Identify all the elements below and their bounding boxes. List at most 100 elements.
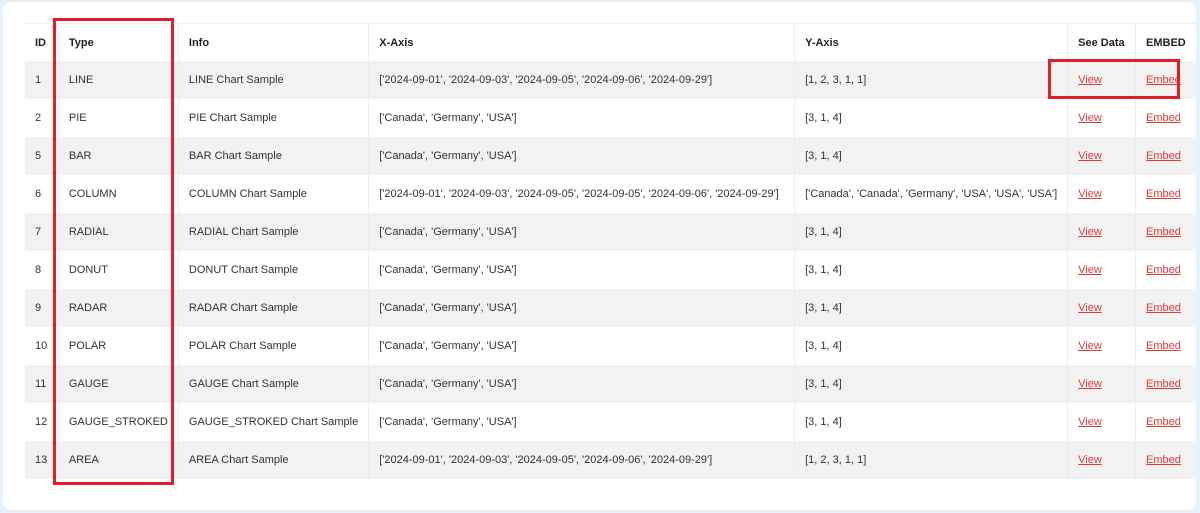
view-link[interactable]: View: [1078, 378, 1102, 390]
cell-x-axis: ['2024-09-01', '2024-09-03', '2024-09-05…: [368, 441, 795, 479]
table-row: 2 PIE PIE Chart Sample ['Canada', 'Germany'…: [25, 99, 1196, 137]
cell-embed: Embed: [1135, 289, 1196, 327]
cell-x-axis: ['Canada', 'Germany', 'USA']: [368, 327, 795, 365]
header-see-data: See Data: [1067, 23, 1136, 61]
cell-type: COLUMN: [57, 175, 179, 213]
view-link[interactable]: View: [1078, 150, 1102, 162]
cell-id: 2: [35, 112, 42, 124]
table-row: 6 COLUMN COLUMN Chart Sample ['2024-09-01',…: [25, 175, 1196, 213]
table-row: 11 GAUGE GAUGE Chart Sample ['Canada', 'Ger…: [25, 365, 1196, 403]
cell-x-axis: ['2024-09-01', '2024-09-03', '2024-09-05…: [368, 61, 795, 99]
embed-link[interactable]: Embed: [1146, 150, 1181, 162]
cell-embed: Embed: [1135, 327, 1196, 365]
cell-id: 5: [35, 150, 42, 162]
cell-type: GAUGE: [57, 365, 179, 403]
cell-info: BAR Chart Sample: [177, 137, 369, 175]
cell-type: AREA: [57, 441, 179, 479]
cell-x-axis: ['Canada', 'Germany', 'USA']: [368, 403, 795, 441]
cell-type: RADAR: [57, 289, 179, 327]
cell-y-axis: [3, 1, 4]: [794, 289, 1068, 327]
cell-see-data: View: [1067, 365, 1136, 403]
cell-id: 12: [35, 416, 48, 428]
cell-y-axis: [1, 2, 3, 1, 1]: [794, 441, 1068, 479]
table-row: 1 LINE LINE Chart Sample ['2024-09-01', '20…: [25, 61, 1196, 99]
cell-see-data: View: [1067, 99, 1136, 137]
cell-type: BAR: [57, 137, 179, 175]
embed-link[interactable]: Embed: [1146, 226, 1181, 238]
view-link[interactable]: View: [1078, 340, 1102, 352]
cell-id: 11: [35, 378, 47, 390]
cell-embed: Embed: [1135, 175, 1196, 213]
cell-see-data: View: [1067, 327, 1136, 365]
cell-embed: Embed: [1135, 251, 1196, 289]
cell-embed: Embed: [1135, 61, 1196, 99]
embed-link[interactable]: Embed: [1146, 416, 1181, 428]
cell-type: DONUT: [57, 251, 179, 289]
cell-y-axis: [1, 2, 3, 1, 1]: [794, 61, 1068, 99]
cell-info: DONUT Chart Sample: [177, 251, 369, 289]
cell-embed: Embed: [1135, 213, 1196, 251]
cell-see-data: View: [1067, 137, 1136, 175]
view-link[interactable]: View: [1078, 226, 1102, 238]
table-row: 9 RADAR RADAR Chart Sample ['Canada', 'Germ…: [25, 289, 1196, 327]
cell-x-axis: ['Canada', 'Germany', 'USA']: [368, 251, 795, 289]
header-y-axis: Y-Axis: [794, 23, 1068, 61]
table-row: 10 POLAR POLAR Chart Sample ['Canada', 'Ger…: [25, 327, 1196, 365]
embed-link[interactable]: Embed: [1146, 340, 1181, 352]
cell-id: 10: [35, 340, 48, 352]
cell-see-data: View: [1067, 61, 1136, 99]
cell-info: GAUGE_STROKED Chart Sample: [177, 403, 369, 441]
header-id: ID: [25, 23, 59, 61]
cell-y-axis: ['Canada', 'Canada', 'Germany', 'USA', '…: [794, 175, 1068, 213]
cell-x-axis: ['Canada', 'Germany', 'USA']: [368, 213, 795, 251]
cell-embed: Embed: [1135, 99, 1196, 137]
table-row: 12 GAUGE_STROKED GAUGE_STROKED Chart Sampl…: [25, 403, 1196, 441]
view-link[interactable]: View: [1078, 74, 1102, 86]
header-x-axis: X-Axis: [368, 23, 795, 61]
table-row: 8 DONUT DONUT Chart Sample ['Canada', 'Germ…: [25, 251, 1196, 289]
view-link[interactable]: View: [1078, 188, 1102, 200]
cell-x-axis: ['Canada', 'Germany', 'USA']: [368, 99, 795, 137]
cell-id: 7: [35, 226, 42, 238]
cell-x-axis: ['Canada', 'Germany', 'USA']: [368, 289, 795, 327]
cell-id: 8: [35, 264, 42, 276]
embed-link[interactable]: Embed: [1146, 302, 1181, 314]
cell-y-axis: [3, 1, 4]: [794, 403, 1068, 441]
cell-see-data: View: [1067, 175, 1136, 213]
cell-embed: Embed: [1135, 137, 1196, 175]
cell-id: 1: [35, 74, 42, 86]
cell-info: PIE Chart Sample: [177, 99, 369, 137]
cell-embed: Embed: [1135, 441, 1196, 479]
cell-see-data: View: [1067, 441, 1136, 479]
cell-y-axis: [3, 1, 4]: [794, 137, 1068, 175]
cell-type: GAUGE_STROKED: [57, 403, 179, 441]
cell-y-axis: [3, 1, 4]: [794, 365, 1068, 403]
cell-see-data: View: [1067, 289, 1136, 327]
cell-type: POLAR: [57, 327, 179, 365]
cell-x-axis: ['Canada', 'Germany', 'USA']: [368, 137, 795, 175]
cell-info: RADAR Chart Sample: [177, 289, 369, 327]
embed-link[interactable]: Embed: [1146, 378, 1181, 390]
embed-link[interactable]: Embed: [1146, 264, 1181, 276]
embed-link[interactable]: Embed: [1146, 454, 1181, 466]
cell-info: POLAR Chart Sample: [177, 327, 369, 365]
cell-info: AREA Chart Sample: [177, 441, 369, 479]
table-row: 13 AREA AREA Chart Sample ['2024-09-01', '2…: [25, 441, 1196, 479]
view-link[interactable]: View: [1078, 264, 1102, 276]
embed-link[interactable]: Embed: [1146, 74, 1181, 86]
cell-y-axis: [3, 1, 4]: [794, 99, 1068, 137]
cell-y-axis: [3, 1, 4]: [794, 251, 1068, 289]
table-header-row: ID Type Info X-Axis Y-Axis See Data EMBE…: [25, 23, 1196, 61]
cell-type: RADIAL: [57, 213, 179, 251]
view-link[interactable]: View: [1078, 454, 1102, 466]
view-link[interactable]: View: [1078, 302, 1102, 314]
cell-see-data: View: [1067, 251, 1136, 289]
cell-x-axis: ['2024-09-01', '2024-09-03', '2024-09-05…: [368, 175, 795, 213]
embed-link[interactable]: Embed: [1146, 112, 1181, 124]
header-info: Info: [177, 23, 369, 61]
embed-link[interactable]: Embed: [1146, 188, 1181, 200]
cell-embed: Embed: [1135, 403, 1196, 441]
cell-id: 9: [35, 302, 42, 314]
view-link[interactable]: View: [1078, 416, 1102, 428]
view-link[interactable]: View: [1078, 112, 1102, 124]
